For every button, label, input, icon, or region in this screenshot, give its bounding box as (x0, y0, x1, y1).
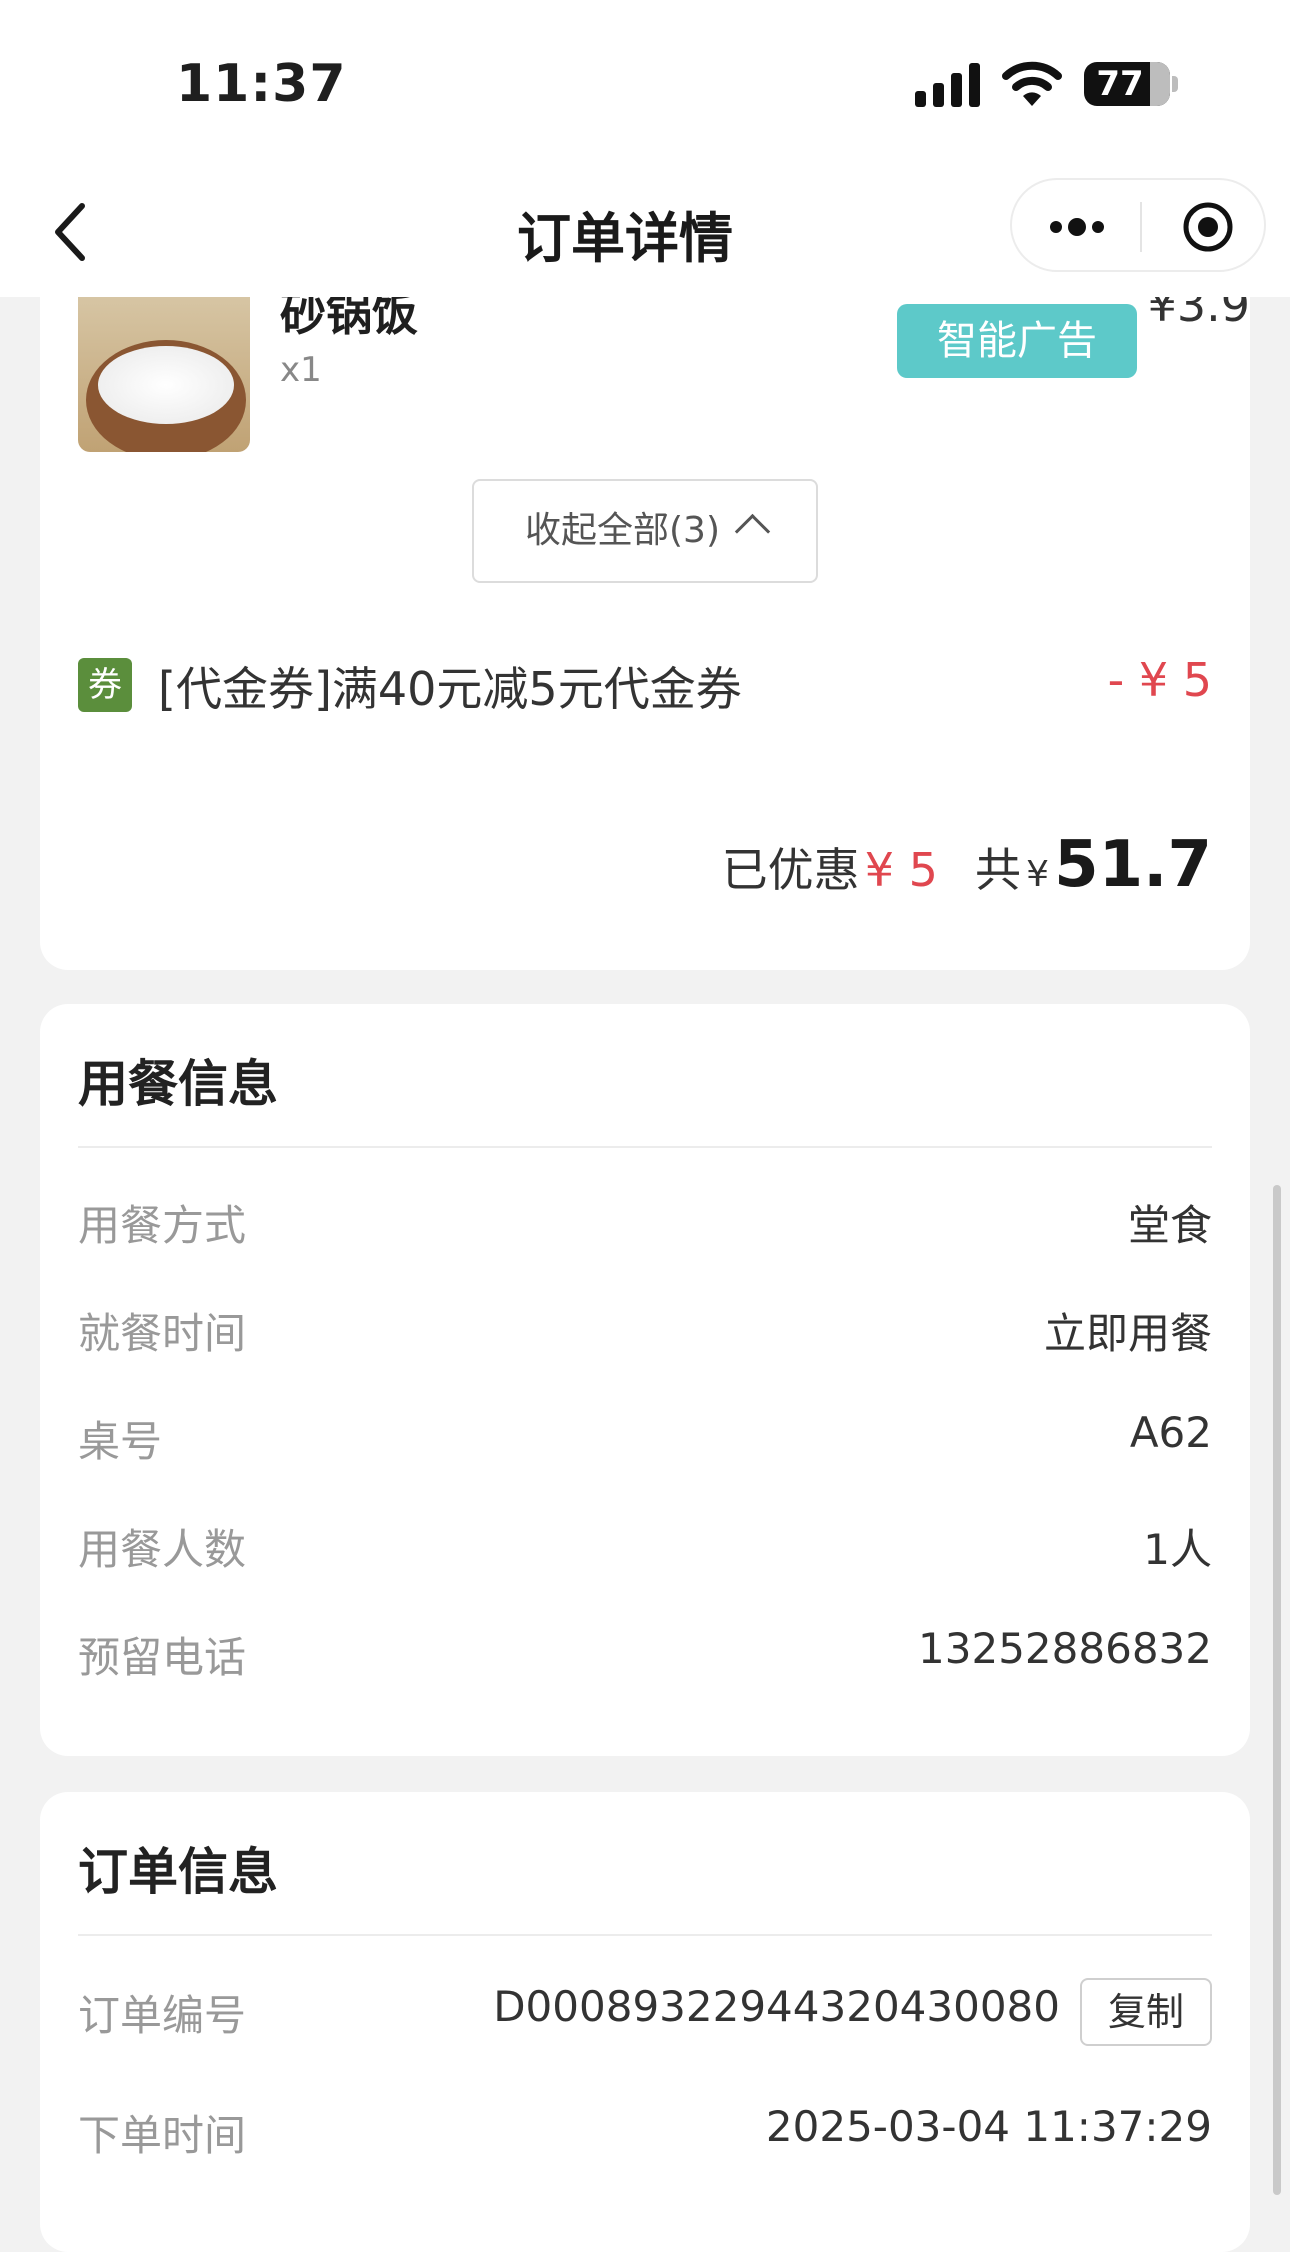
total-amount: 51.7 (1054, 828, 1212, 902)
divider (78, 1146, 1212, 1148)
battery-level: 77 (1096, 64, 1144, 104)
info-label: 桌号 (78, 1417, 163, 1466)
info-label: 用餐人数 (78, 1525, 247, 1574)
divider (78, 1934, 1212, 1936)
order-items-card: 砂锅饭 x1 ¥3.9 智能广告 收起全部(3) 券 [代金券]满40元减5元代… (40, 200, 1250, 970)
discount-label: 已优惠 (721, 843, 860, 897)
collapse-all-button[interactable]: 收起全部(3) (472, 479, 818, 583)
food-image (78, 280, 250, 452)
info-value: 堂食 (1127, 1201, 1212, 1250)
nav-bar: 订单详情 (0, 170, 1290, 297)
dining-info-card: 用餐信息 用餐方式 堂食 就餐时间 立即用餐 桌号 A62 用餐人数 1人 预留… (40, 1004, 1250, 1756)
coupon-amount: - ¥ 5 (1107, 653, 1212, 707)
copy-button[interactable]: 复制 (1080, 1978, 1212, 2046)
info-label: 用餐方式 (78, 1201, 247, 1250)
info-row-dining-time: 就餐时间 立即用餐 (78, 1300, 1212, 1360)
info-row-table-number: 桌号 A62 (78, 1408, 1212, 1468)
info-row-dining-mode: 用餐方式 堂食 (78, 1192, 1212, 1252)
order-info-title: 订单信息 (78, 1843, 278, 1901)
info-label: 订单编号 (78, 1991, 247, 2040)
battery-tip (1172, 76, 1178, 92)
capsule-divider (1140, 202, 1142, 252)
mini-program-capsule (1010, 178, 1266, 272)
info-value: 1人 (1143, 1525, 1212, 1574)
cellular-signal-icon (915, 63, 981, 107)
scrollbar[interactable] (1273, 1185, 1281, 2195)
order-time: 2025-03-04 11:37:29 (765, 2102, 1212, 2151)
dining-info-title: 用餐信息 (78, 1055, 278, 1113)
close-miniprogram-icon[interactable] (1182, 201, 1234, 253)
info-row-phone: 预留电话 13252886832 (78, 1624, 1212, 1684)
battery-icon: 77 (1084, 62, 1170, 106)
status-bar: 11:37 77 (0, 0, 1290, 170)
more-icon[interactable] (1046, 202, 1108, 252)
wifi-icon (1002, 61, 1062, 106)
status-time: 11:37 (176, 54, 347, 114)
info-value: A62 (1129, 1408, 1212, 1457)
info-row-order-number: 订单编号 D0008932294432043008​0 (78, 1982, 1060, 2042)
item-quantity: x1 (280, 350, 322, 390)
order-summary: 已优惠 ¥ 5 共 ¥ 51.7 (722, 828, 1212, 902)
info-label: 就餐时间 (78, 1309, 247, 1358)
total-currency: ¥ (1026, 854, 1049, 895)
discount-value: ¥ 5 (864, 843, 938, 897)
chevron-up-icon (734, 513, 771, 550)
coupon-text: [代金券]满40元减5元代金券 (158, 662, 742, 716)
collapse-all-label: 收起全部(3) (525, 510, 720, 551)
info-value: 13252886832 (918, 1624, 1212, 1673)
info-label: 下单时间 (78, 2111, 247, 2160)
order-number: D0008932294432043008​0 (493, 1982, 1060, 2031)
info-row-diners: 用餐人数 1人 (78, 1516, 1212, 1576)
info-value: 立即用餐 (1043, 1309, 1212, 1358)
total-label: 共 (975, 843, 1021, 897)
coupon-tag: 券 (78, 658, 132, 712)
smart-ad-badge[interactable]: 智能广告 (897, 304, 1137, 378)
info-row-order-time: 下单时间 2025-03-04 11:37:29 (78, 2102, 1212, 2162)
order-info-card: 订单信息 订单编号 D0008932294432043008​0 复制 下单时间… (40, 1792, 1250, 2252)
info-label: 预留电话 (78, 1633, 247, 1682)
